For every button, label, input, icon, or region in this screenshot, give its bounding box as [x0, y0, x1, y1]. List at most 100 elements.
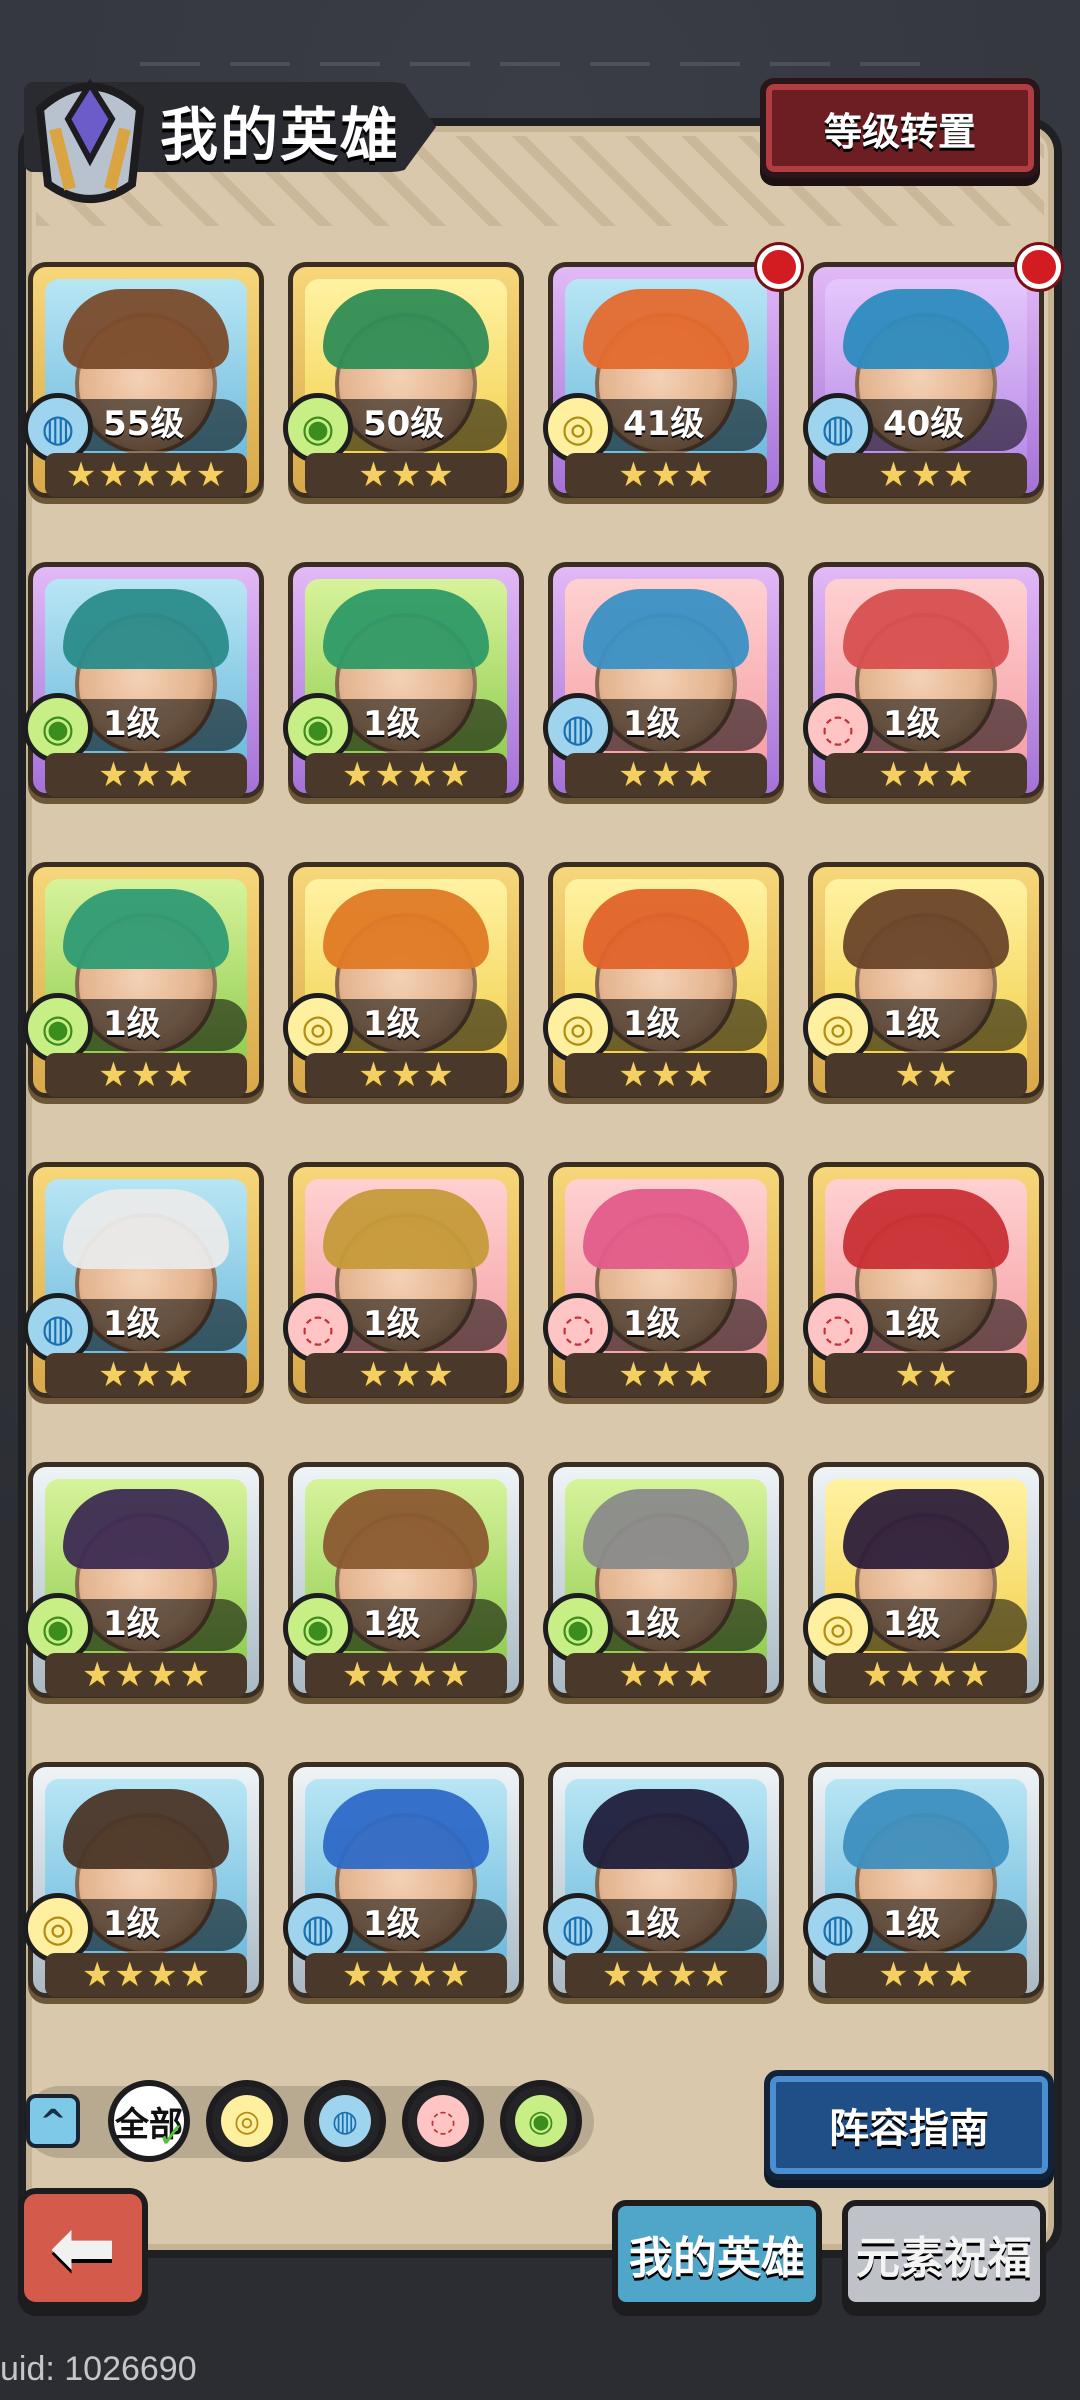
star-icon: ★: [618, 455, 649, 495]
star-rating: ★ ★: [825, 1353, 1027, 1397]
notification-dot: [757, 245, 801, 289]
hero-card[interactable]: ◍ 1级 ★ ★ ★ ★: [283, 1762, 524, 1998]
hero-card[interactable]: ◉ 1级 ★ ★ ★ ★: [283, 562, 524, 798]
tab-my-heroes[interactable]: 我的英雄: [612, 2200, 822, 2308]
star-rating: ★ ★ ★: [565, 753, 767, 797]
hero-level: 1级: [103, 1304, 161, 1344]
hero-card[interactable]: ◉ 1级 ★ ★ ★ ★: [283, 1462, 524, 1698]
level-reset-button[interactable]: 等级转置: [760, 78, 1040, 178]
hero-level: 1级: [363, 704, 421, 744]
hero-card[interactable]: ◍ 1级 ★ ★ ★ ★: [543, 1762, 784, 1998]
star-icon: ★: [358, 455, 389, 495]
water-element-icon: ◍: [319, 2095, 371, 2147]
back-button[interactable]: ⬅: [18, 2188, 148, 2308]
star-rating: ★ ★ ★: [825, 753, 1027, 797]
hero-hair: [63, 1189, 229, 1269]
hero-level: 1级: [363, 1304, 421, 1344]
star-icon: ★: [927, 1055, 958, 1095]
hero-hair: [583, 1489, 749, 1569]
hero-card[interactable]: ◌ 1级 ★ ★: [803, 1162, 1044, 1398]
hero-card[interactable]: ◉ 1级 ★ ★ ★ ★: [23, 1462, 264, 1698]
star-icon: ★: [130, 1055, 162, 1095]
hero-hair: [63, 589, 229, 669]
star-rating: ★ ★ ★ ★: [305, 1953, 507, 1997]
star-icon: ★: [98, 1355, 129, 1395]
star-icon: ★: [618, 1055, 649, 1095]
star-icon: ★: [602, 1955, 633, 1995]
lineup-guide-button[interactable]: 阵容指南: [764, 2070, 1054, 2180]
filter-wind-button[interactable]: ◉: [500, 2080, 582, 2162]
filter-water-button[interactable]: ◍: [304, 2080, 386, 2162]
hero-level: 1级: [103, 704, 161, 744]
star-rating: ★ ★ ★ ★: [305, 1653, 507, 1697]
star-icon: ★: [634, 1955, 665, 1995]
star-icon: ★: [342, 1955, 373, 1995]
star-icon: ★: [147, 1955, 178, 1995]
hero-card[interactable]: ◌ 1级 ★ ★ ★: [283, 1162, 524, 1398]
hero-card[interactable]: ◍ 1级 ★ ★ ★: [543, 562, 784, 798]
hero-card[interactable]: ◍ 55级 ★ ★ ★ ★ ★: [23, 262, 264, 498]
star-icon: ★: [618, 1655, 649, 1695]
hero-card[interactable]: ◉ 1级 ★ ★ ★: [543, 1462, 784, 1698]
hero-card[interactable]: ◎ 1级 ★ ★ ★: [283, 862, 524, 1098]
hero-card[interactable]: ◎ 1级 ★ ★: [803, 862, 1044, 1098]
star-icon: ★: [179, 1955, 210, 1995]
star-icon: ★: [358, 1355, 389, 1395]
star-rating: ★ ★ ★: [305, 453, 507, 497]
page-title: 我的英雄: [160, 101, 401, 169]
earth-element-icon: ◎: [221, 2095, 273, 2147]
star-icon: ★: [910, 455, 942, 495]
hero-card[interactable]: ◍ 1级 ★ ★ ★: [803, 1762, 1044, 1998]
filter-earth-button[interactable]: ◎: [206, 2080, 288, 2162]
hero-level: 1级: [883, 704, 941, 744]
star-icon: ★: [407, 1655, 438, 1695]
hero-grid: ◍ 55级 ★ ★ ★ ★ ★ ◉ 50级 ★ ★ ★ ◎ 41级 ★ ★ ★ ◍ 40级 ★ ★ ★ ◉ 1级 ★ ★ ★ ◉ 1级 ★…: [23, 245, 1061, 1998]
hero-hair: [843, 1189, 1009, 1269]
hero-card[interactable]: ◍ 1级 ★ ★ ★: [23, 1162, 264, 1398]
hero-card[interactable]: ◌ 1级 ★ ★ ★: [803, 562, 1044, 798]
tab-element-blessing[interactable]: 元素祝福: [842, 2200, 1046, 2308]
expand-filter-button[interactable]: ^: [26, 2094, 80, 2148]
star-icon: ★: [618, 755, 649, 795]
star-rating: ★ ★ ★: [305, 1053, 507, 1097]
hero-level: 1级: [363, 1604, 421, 1644]
star-icon: ★: [650, 755, 682, 795]
star-rating: ★ ★ ★: [565, 1053, 767, 1097]
hero-card[interactable]: ◉ 1级 ★ ★ ★: [23, 862, 264, 1098]
hero-hair: [843, 1489, 1009, 1569]
filter-fire-button[interactable]: ◌: [402, 2080, 484, 2162]
hero-card[interactable]: ◎ 1级 ★ ★ ★ ★: [803, 1462, 1044, 1698]
star-rating: ★ ★ ★ ★: [45, 1653, 247, 1697]
hero-card[interactable]: ◍ 40级 ★ ★ ★: [803, 245, 1061, 498]
hero-card[interactable]: ◎ 1级 ★ ★ ★: [543, 862, 784, 1098]
tab-element-blessing-label: 元素祝福: [856, 2233, 1032, 2284]
star-icon: ★: [878, 455, 909, 495]
hero-hair: [583, 1189, 749, 1269]
hero-hair: [63, 289, 229, 369]
hero-card[interactable]: ◎ 41级 ★ ★ ★: [543, 245, 801, 498]
hero-hair: [63, 1489, 229, 1569]
star-icon: ★: [342, 755, 373, 795]
hero-card[interactable]: ◉ 50级 ★ ★ ★: [283, 262, 524, 498]
hero-level: 1级: [883, 1904, 941, 1944]
hero-hair: [843, 589, 1009, 669]
star-icon: ★: [163, 1055, 194, 1095]
hero-card[interactable]: ◉ 1级 ★ ★ ★: [23, 562, 264, 798]
lineup-guide-label: 阵容指南: [829, 2106, 989, 2152]
star-rating: ★ ★ ★: [305, 1353, 507, 1397]
hero-card[interactable]: ◌ 1级 ★ ★ ★: [543, 1162, 784, 1398]
star-icon: ★: [927, 1355, 958, 1395]
star-rating: ★ ★ ★ ★: [305, 753, 507, 797]
star-icon: ★: [147, 1655, 178, 1695]
hero-hair: [843, 889, 1009, 969]
back-arrow-icon: ⬅: [49, 2201, 117, 2294]
hero-card[interactable]: ◎ 1级 ★ ★ ★ ★: [23, 1762, 264, 1998]
hero-hair: [843, 289, 1009, 369]
star-icon: ★: [878, 1955, 909, 1995]
hero-hair: [583, 589, 749, 669]
level-reset-label: 等级转置: [823, 109, 976, 154]
star-icon: ★: [943, 755, 974, 795]
star-icon: ★: [195, 455, 227, 495]
filter-all-button[interactable]: 全部 ✓: [108, 2080, 190, 2162]
star-icon: ★: [910, 1955, 942, 1995]
